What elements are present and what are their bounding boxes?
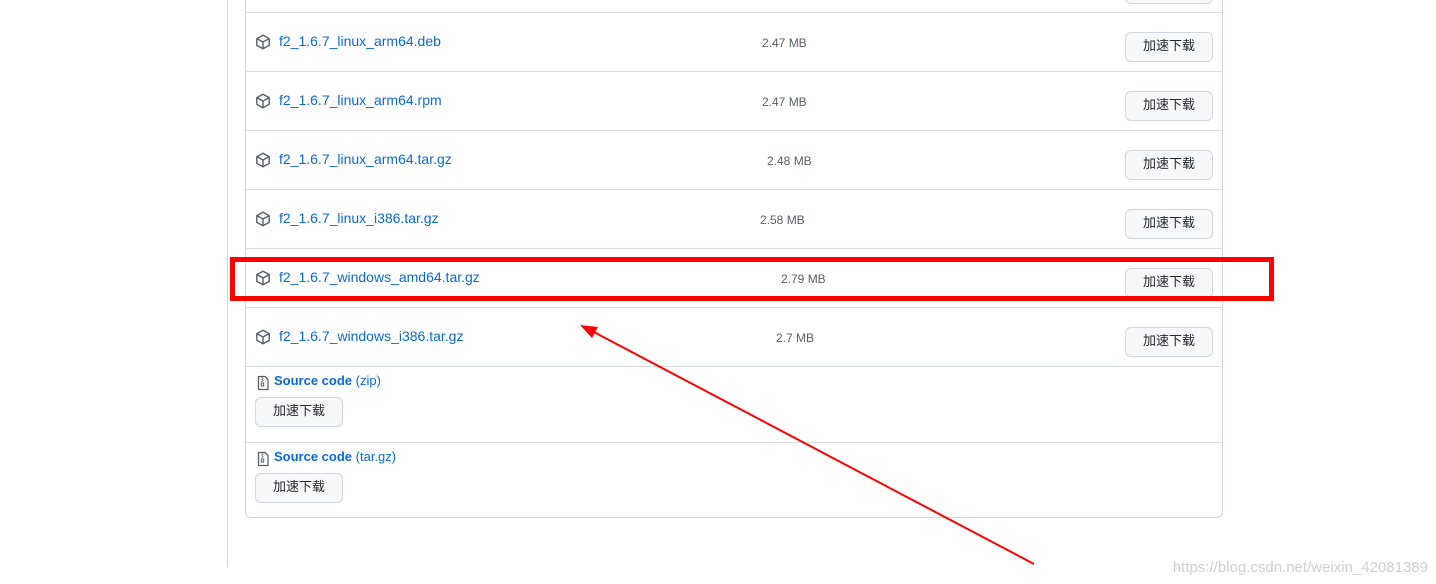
content-divider xyxy=(227,0,228,567)
partial-download-button[interactable]: 加速下载 xyxy=(1125,0,1213,4)
asset-size: 2.79 MB xyxy=(781,272,826,286)
asset-size: 2.58 MB xyxy=(760,213,805,227)
package-icon xyxy=(256,211,270,227)
download-button[interactable]: 加速下载 xyxy=(1125,150,1213,180)
download-button[interactable]: 加速下载 xyxy=(255,397,343,427)
source-label: Source code xyxy=(274,449,353,464)
asset-link[interactable]: f2_1.6.7_linux_arm64.tar.gz xyxy=(279,151,452,167)
asset-row: f2_1.6.7_linux_arm64.rpm 2.47 MB 加速下载 xyxy=(246,71,1222,130)
download-button[interactable]: 加速下载 xyxy=(1125,327,1213,357)
package-icon xyxy=(256,152,270,168)
source-row: Source code (tar.gz) 加速下载 xyxy=(246,442,1222,518)
source-row: Source code (zip) 加速下载 xyxy=(246,366,1222,442)
asset-link[interactable]: f2_1.6.7_windows_amd64.tar.gz xyxy=(279,269,480,285)
asset-row-partial: 加速下载 xyxy=(246,0,1222,12)
source-ext: (tar.gz) xyxy=(355,449,397,464)
asset-row: f2_1.6.7_linux_i386.tar.gz 2.58 MB 加速下载 xyxy=(246,189,1222,248)
asset-row: f2_1.6.7_linux_arm64.deb 2.47 MB 加速下载 xyxy=(246,12,1222,71)
source-label: Source code xyxy=(274,373,353,388)
asset-size: 2.47 MB xyxy=(762,95,807,109)
assets-list: 加速下载 f2_1.6.7_linux_arm64.deb 2.47 MB 加速… xyxy=(245,0,1223,518)
download-button[interactable]: 加速下载 xyxy=(255,473,343,503)
source-ext: (zip) xyxy=(355,373,381,388)
asset-row-highlighted: f2_1.6.7_windows_amd64.tar.gz 2.79 MB 加速… xyxy=(246,248,1222,307)
package-icon xyxy=(256,270,270,286)
asset-size: 2.48 MB xyxy=(767,154,812,168)
asset-size: 2.7 MB xyxy=(776,331,815,345)
package-icon xyxy=(256,93,270,109)
asset-size: 2.47 MB xyxy=(762,36,807,50)
file-zip-icon xyxy=(257,451,269,467)
package-icon xyxy=(256,34,270,50)
source-link[interactable]: Source code (tar.gz) xyxy=(274,449,396,464)
watermark: https://blog.csdn.net/weixin_42081389 xyxy=(1172,559,1428,576)
file-zip-icon xyxy=(257,375,269,391)
source-link[interactable]: Source code (zip) xyxy=(274,373,381,388)
download-button[interactable]: 加速下载 xyxy=(1125,268,1213,298)
download-button[interactable]: 加速下载 xyxy=(1125,91,1213,121)
asset-link[interactable]: f2_1.6.7_linux_i386.tar.gz xyxy=(279,210,439,226)
asset-link[interactable]: f2_1.6.7_linux_arm64.deb xyxy=(279,33,441,49)
page: 加速下载 f2_1.6.7_linux_arm64.deb 2.47 MB 加速… xyxy=(0,0,1436,584)
asset-link[interactable]: f2_1.6.7_windows_i386.tar.gz xyxy=(279,328,463,344)
package-icon xyxy=(256,329,270,345)
asset-row: f2_1.6.7_windows_i386.tar.gz 2.7 MB 加速下载 xyxy=(246,307,1222,366)
asset-row: f2_1.6.7_linux_arm64.tar.gz 2.48 MB 加速下载 xyxy=(246,130,1222,189)
download-button[interactable]: 加速下载 xyxy=(1125,209,1213,239)
asset-link[interactable]: f2_1.6.7_linux_arm64.rpm xyxy=(279,92,442,108)
download-button[interactable]: 加速下载 xyxy=(1125,32,1213,62)
